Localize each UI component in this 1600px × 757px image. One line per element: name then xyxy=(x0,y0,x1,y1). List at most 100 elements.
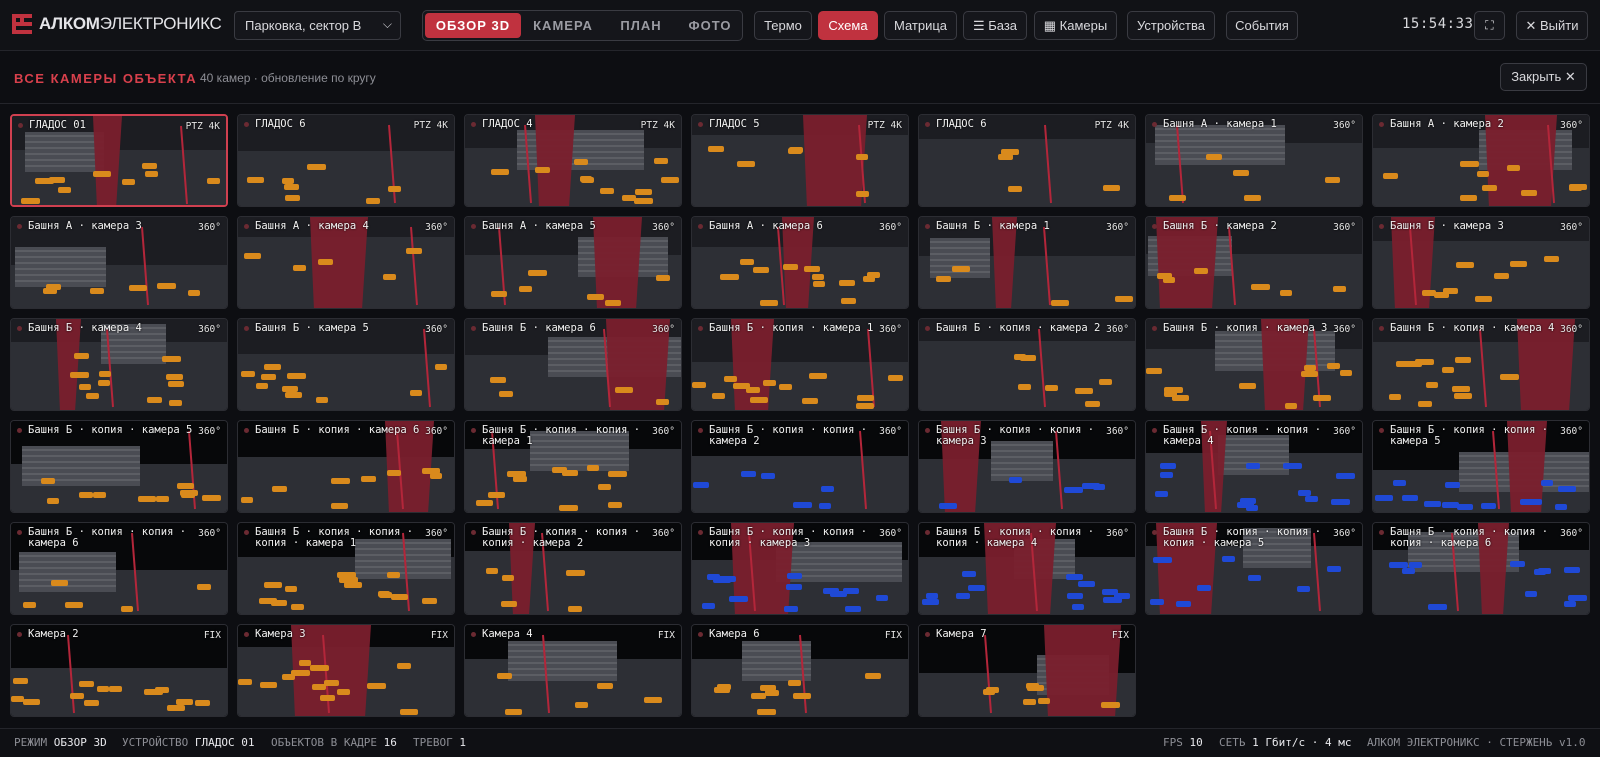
camera-tile[interactable]: Башня А · камера 5 360° xyxy=(464,216,682,309)
thermo-button[interactable]: Термо xyxy=(754,11,812,40)
camera-name: Башня Б · копия · копия · копия · камера… xyxy=(1163,526,1322,549)
site-select[interactable]: Парковка, сектор В ⌵ xyxy=(234,11,401,40)
camera-tile[interactable]: Башня Б · копия · копия · камера 4 360° xyxy=(1145,420,1363,513)
camera-type-badge: 360° xyxy=(1333,528,1356,539)
status-dot-icon xyxy=(1379,326,1384,331)
tab-camera[interactable]: КАМЕРА xyxy=(523,13,603,38)
camera-name: Башня Б · камера 2 xyxy=(1163,220,1277,232)
camera-tile[interactable]: Башня Б · копия · копия · камера 6 360° xyxy=(10,522,228,615)
brand-logo[interactable]: АЛКОМЭЛЕКТРОНИКС xyxy=(12,14,222,34)
camera-tile[interactable]: Башня Б · копия · копия · копия · камера… xyxy=(918,522,1136,615)
camera-type-badge: PTZ 4K xyxy=(185,121,220,132)
exit-button[interactable]: ✕ Выйти xyxy=(1516,11,1588,40)
camera-tile[interactable]: Башня Б · камера 3 360° xyxy=(1372,216,1590,309)
camera-tile[interactable]: Башня Б · копия · камера 4 360° xyxy=(1372,318,1590,411)
status-dot-icon xyxy=(1152,224,1157,229)
camera-tile[interactable]: Башня Б · копия · камера 6 360° xyxy=(237,420,455,513)
panel-title: ВСЕ КАМЕРЫ ОБЪЕКТА xyxy=(14,71,198,86)
camera-name: Башня Б · копия · копия · копия · камера… xyxy=(936,526,1095,549)
camera-tile[interactable]: Башня Б · копия · камера 2 360° xyxy=(918,318,1136,411)
status-dot-icon xyxy=(1379,428,1384,433)
camera-tile[interactable]: Башня Б · копия · копия · копия · камера… xyxy=(464,522,682,615)
status-dot-icon xyxy=(698,122,703,127)
camera-tile[interactable]: Башня Б · копия · копия · копия · камера… xyxy=(1372,522,1590,615)
cameras-button[interactable]: ▦ Камеры xyxy=(1034,11,1117,40)
camera-tile[interactable]: Башня Б · камера 4 360° xyxy=(10,318,228,411)
camera-tile[interactable]: Башня Б · копия · копия · камера 1 360° xyxy=(464,420,682,513)
status-dot-icon xyxy=(1152,326,1157,331)
camera-name: Камера 2 xyxy=(28,628,79,640)
camera-type-badge: PTZ 4K xyxy=(640,120,675,131)
camera-tile[interactable]: ГЛАДОС 6 PTZ 4K xyxy=(237,114,455,207)
camera-type-badge: FIX xyxy=(884,630,902,641)
status-dot-icon xyxy=(471,122,476,127)
camera-type-badge: PTZ 4K xyxy=(413,120,448,131)
camera-tile[interactable]: Башня А · камера 2 360° xyxy=(1372,114,1590,207)
camera-tile[interactable]: Башня А · камера 3 360° xyxy=(10,216,228,309)
status-dot-icon xyxy=(1152,428,1157,433)
camera-type-badge: 360° xyxy=(198,426,221,437)
camera-tile[interactable]: Башня Б · камера 5 360° xyxy=(237,318,455,411)
camera-type-badge: 360° xyxy=(1560,528,1583,539)
camera-tile[interactable]: Башня Б · копия · копия · копия · камера… xyxy=(1145,522,1363,615)
camera-tile[interactable]: Башня Б · копия · камера 3 360° xyxy=(1145,318,1363,411)
camera-type-badge: FIX xyxy=(430,630,448,641)
tab-photo[interactable]: ФОТО xyxy=(679,13,741,38)
devices-button[interactable]: Устройства xyxy=(1127,11,1215,40)
camera-name: Башня А · камера 2 xyxy=(1390,118,1504,130)
camera-tile[interactable]: Башня Б · копия · копия · копия · камера… xyxy=(237,522,455,615)
status-dot-icon xyxy=(471,224,476,229)
camera-type-badge: FIX xyxy=(203,630,221,641)
camera-type-badge: FIX xyxy=(1111,630,1129,641)
camera-tile[interactable]: Башня Б · копия · копия · копия · камера… xyxy=(691,522,909,615)
fullscreen-icon[interactable]: ⛶ xyxy=(1474,11,1505,40)
camera-tile[interactable]: Башня Б · копия · камера 1 360° xyxy=(691,318,909,411)
camera-tile[interactable]: Камера 3 FIX xyxy=(237,624,455,717)
tab-overview-3d[interactable]: ОБЗОР 3D xyxy=(425,13,521,38)
camera-name: Камера 3 xyxy=(255,628,306,640)
camera-tile[interactable]: Камера 2 FIX xyxy=(10,624,228,717)
camera-tile[interactable]: ГЛАДОС 4 PTZ 4K xyxy=(464,114,682,207)
camera-tile[interactable]: Камера 6 FIX xyxy=(691,624,909,717)
database-button[interactable]: ☰ База xyxy=(963,11,1027,40)
camera-tile[interactable]: Камера 4 FIX xyxy=(464,624,682,717)
camera-tile[interactable]: Башня Б · камера 2 360° xyxy=(1145,216,1363,309)
camera-tile[interactable]: Камера 7 FIX xyxy=(918,624,1136,717)
brand-name: АЛКОМЭЛЕКТРОНИКС xyxy=(39,14,222,33)
matrix-button[interactable]: Матрица xyxy=(884,11,957,40)
camera-tile[interactable]: ГЛАДОС 5 PTZ 4K xyxy=(691,114,909,207)
camera-tile[interactable]: Башня Б · копия · копия · камера 5 360° xyxy=(1372,420,1590,513)
camera-tile[interactable]: Башня А · камера 4 360° xyxy=(237,216,455,309)
status-alarms: ТРЕВОГ 1 xyxy=(413,736,466,749)
status-fps: FPS 10 xyxy=(1163,736,1203,749)
camera-tile[interactable]: Башня Б · копия · копия · камера 3 360° xyxy=(918,420,1136,513)
camera-type-badge: 360° xyxy=(879,324,902,335)
camera-tile[interactable]: Башня Б · камера 6 360° xyxy=(464,318,682,411)
camera-name: Камера 7 xyxy=(936,628,987,640)
status-dot-icon xyxy=(17,428,22,433)
camera-tile[interactable]: Башня Б · копия · копия · камера 2 360° xyxy=(691,420,909,513)
camera-tile[interactable]: Башня Б · камера 1 360° xyxy=(918,216,1136,309)
tab-plan[interactable]: ПЛАН xyxy=(606,13,676,38)
camera-type-badge: 360° xyxy=(879,222,902,233)
camera-tile[interactable]: Башня А · камера 1 360° xyxy=(1145,114,1363,207)
camera-type-badge: 360° xyxy=(425,324,448,335)
status-dot-icon xyxy=(244,122,249,127)
camera-tile[interactable]: Башня Б · копия · камера 5 360° xyxy=(10,420,228,513)
camera-tile[interactable]: ГЛАДОС 6 PTZ 4K xyxy=(918,114,1136,207)
status-dot-icon xyxy=(471,632,476,637)
camera-type-badge: 360° xyxy=(1333,324,1356,335)
clock: 15:54:33 xyxy=(1402,16,1474,32)
status-dot-icon xyxy=(471,428,476,433)
camera-tile[interactable]: ГЛАДОС 01 PTZ 4K xyxy=(10,114,228,207)
camera-name: Камера 6 xyxy=(709,628,760,640)
close-button[interactable]: Закрыть ✕ xyxy=(1500,63,1587,91)
status-objects: ОБЪЕКТОВ В КАДРЕ 16 xyxy=(271,736,397,749)
camera-type-badge: 360° xyxy=(198,222,221,233)
schema-button[interactable]: Схема xyxy=(818,11,878,40)
camera-name: Башня Б · копия · копия · камера 4 xyxy=(1163,424,1322,447)
camera-type-badge: 360° xyxy=(1333,120,1356,131)
events-button[interactable]: События xyxy=(1226,11,1298,40)
camera-tile[interactable]: Башня А · камера 6 360° xyxy=(691,216,909,309)
status-dot-icon xyxy=(17,326,22,331)
